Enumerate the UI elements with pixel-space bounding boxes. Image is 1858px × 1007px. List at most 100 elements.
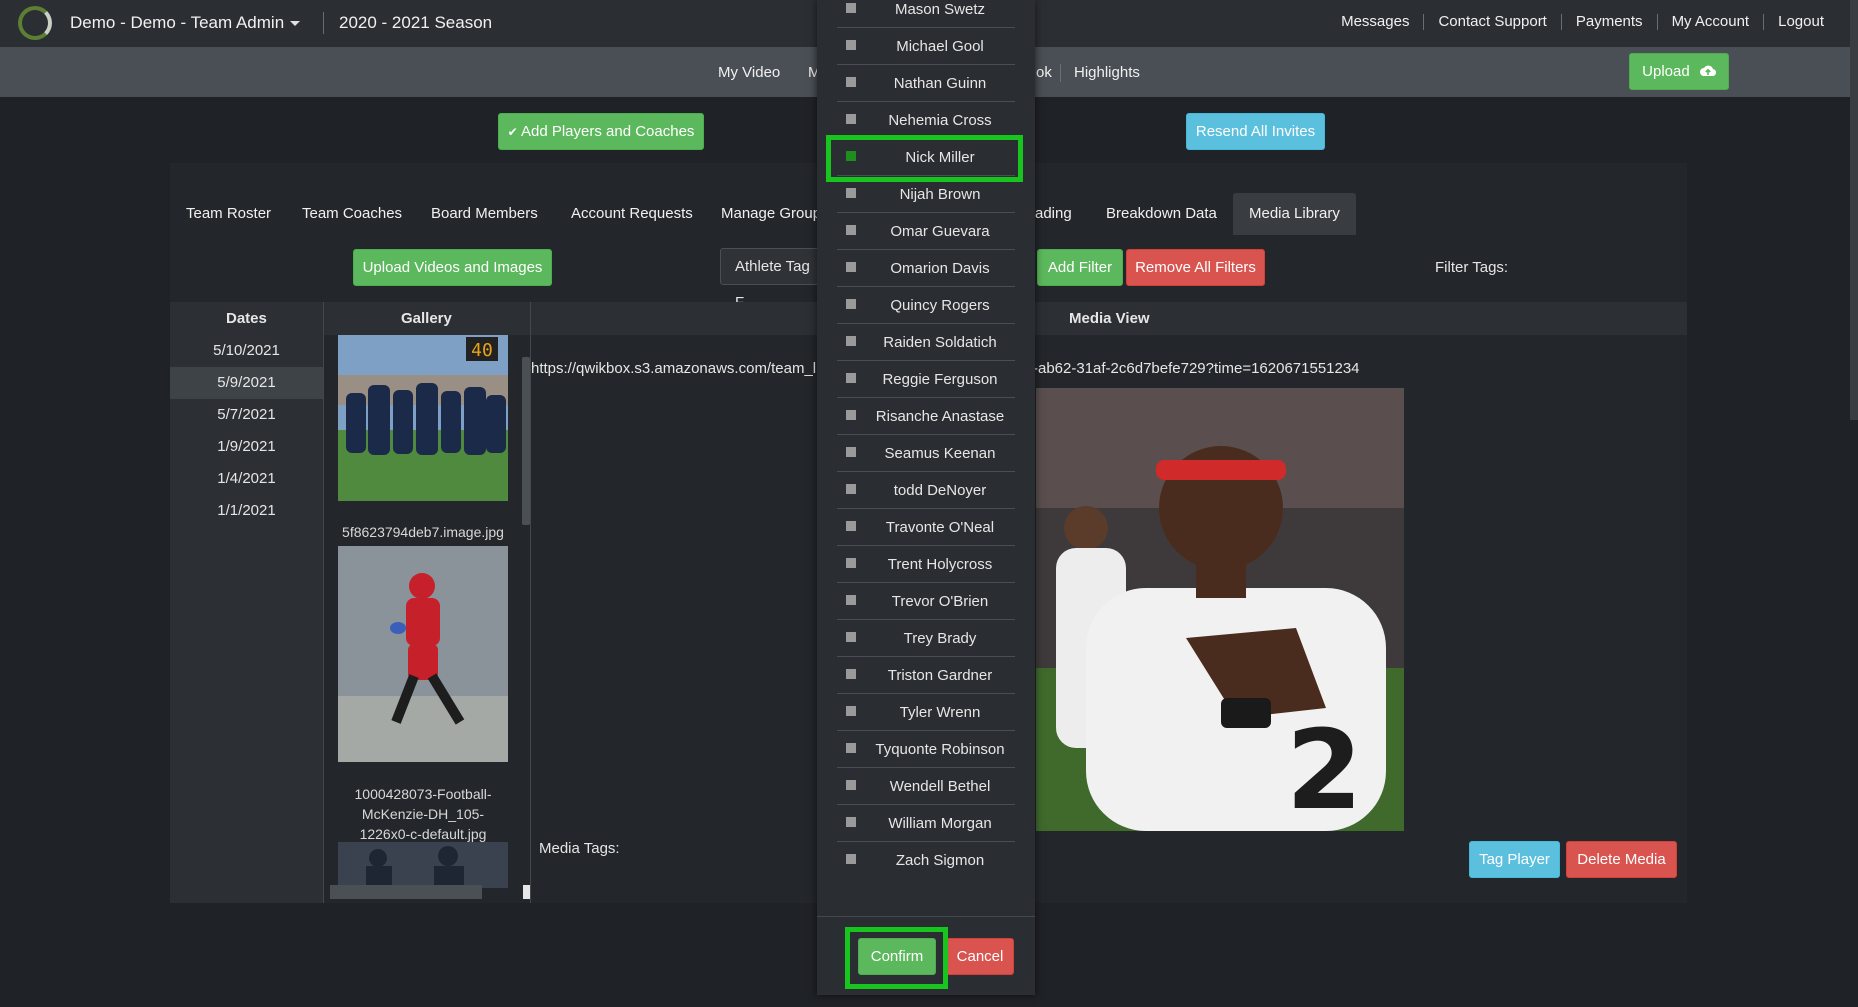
checkbox[interactable] [846,299,856,309]
team-switcher-dropdown[interactable]: Demo - Demo - Team Admin [70,13,301,33]
player-option[interactable]: Wendell Bethel [837,769,1015,805]
player-option[interactable]: Reggie Ferguson [837,362,1015,398]
resend-invites-button[interactable]: Resend All Invites [1186,113,1325,150]
tab-board-members[interactable]: Board Members [431,193,538,235]
checkbox[interactable] [846,77,856,87]
checkbox[interactable] [846,40,856,50]
tab-team-coaches[interactable]: Team Coaches [302,193,402,235]
top-links: Messages Contact Support Payments My Acc… [1327,14,1838,30]
tab-grading[interactable]: ading [1035,193,1072,235]
svg-text:2: 2 [1286,706,1363,831]
checkbox[interactable] [846,114,856,124]
date-item-selected[interactable]: 5/9/2021 [170,367,323,399]
date-item[interactable]: 5/10/2021 [170,335,323,367]
upload-button[interactable]: Upload [1629,53,1729,90]
player-option[interactable]: Triston Gardner [837,658,1015,694]
player-option[interactable]: Travonte O'Neal [837,510,1015,546]
checkbox[interactable] [846,410,856,420]
add-players-button[interactable]: ✔ Add Players and Coaches [498,113,704,150]
player-option[interactable]: Tyquonte Robinson [837,732,1015,768]
checkbox[interactable] [846,225,856,235]
page-scrollbar[interactable] [1850,0,1858,420]
player-option[interactable]: Nehemia Cross [837,103,1015,139]
messages-link[interactable]: Messages [1327,14,1423,30]
checkbox[interactable] [846,447,856,457]
checkbox[interactable] [846,262,856,272]
cancel-button[interactable]: Cancel [946,938,1014,975]
logout-link[interactable]: Logout [1763,14,1838,30]
checkbox[interactable] [846,521,856,531]
player-option[interactable]: Trey Brady [837,621,1015,657]
checkbox[interactable] [846,706,856,716]
player-option[interactable]: Nathan Guinn [837,66,1015,102]
player-option[interactable]: Trent Holycross [837,547,1015,583]
gallery-thumbnail[interactable] [338,842,508,888]
player-option[interactable]: Trevor O'Brien [837,584,1015,620]
checkbox[interactable] [846,669,856,679]
player-option[interactable]: Omarion Davis [837,251,1015,287]
date-item[interactable]: 1/9/2021 [170,431,323,463]
gallery-scrollbar[interactable] [522,357,530,525]
season-label: 2020 - 2021 Season [339,13,493,32]
player-option[interactable]: Mason Swetz [837,0,1015,28]
upload-label: Upload [1642,63,1690,80]
contact-support-link[interactable]: Contact Support [1423,14,1560,30]
divider [530,302,531,903]
tab-team-roster[interactable]: Team Roster [186,193,271,235]
upload-media-button[interactable]: Upload Videos and Images [353,249,552,286]
player-option[interactable]: Omar Guevara [837,214,1015,250]
checkbox[interactable] [846,595,856,605]
checkbox[interactable] [846,558,856,568]
checkbox[interactable] [846,373,856,383]
player-option[interactable]: Tyler Wrenn [837,695,1015,731]
date-item[interactable]: 5/7/2021 [170,399,323,431]
add-filter-button[interactable]: Add Filter [1037,249,1123,286]
date-item[interactable]: 1/4/2021 [170,463,323,495]
my-account-link[interactable]: My Account [1656,14,1764,30]
caret-down-icon [290,21,301,27]
player-option[interactable]: Michael Gool [837,29,1015,65]
nav-my-video[interactable]: My Video [718,64,780,81]
tab-breakdown-data[interactable]: Breakdown Data [1106,193,1217,235]
player-option[interactable]: Seamus Keenan [837,436,1015,472]
gallery-caption: McKenzie-DH_105- [361,806,485,822]
checkbox[interactable] [846,632,856,642]
date-item[interactable]: 1/1/2021 [170,495,323,527]
player-option[interactable]: Raiden Soldatich [837,325,1015,361]
payments-link[interactable]: Payments [1560,14,1657,30]
tab-account-requests[interactable]: Account Requests [571,193,693,235]
tab-media-library[interactable]: Media Library [1233,193,1356,235]
app-logo-icon[interactable] [18,6,52,40]
checkbox[interactable] [846,336,856,346]
athlete-tag-filter-select[interactable]: Athlete Tag F [720,248,820,311]
gallery-thumbnail[interactable]: 40 [338,335,508,501]
checkbox[interactable] [846,188,856,198]
player-option[interactable]: William Morgan [837,806,1015,842]
highlight-confirm [845,927,948,989]
remove-filters-button[interactable]: Remove All Filters [1126,249,1265,286]
gallery-horizontal-scrollbar[interactable] [330,885,482,899]
player-name: Trent Holycross [887,556,993,573]
tab-manage-group[interactable]: Manage Group [721,193,821,235]
player-option[interactable]: todd DeNoyer [837,473,1015,509]
player-option[interactable]: Risanche Anastase [837,399,1015,435]
player-option[interactable]: Zach Sigmon [837,843,1015,879]
checkbox[interactable] [846,484,856,494]
gallery-thumbnail[interactable] [338,546,508,762]
checkbox[interactable] [846,743,856,753]
nav-highlights[interactable]: Highlights [1074,64,1140,81]
checkbox[interactable] [846,3,856,13]
player-name: todd DeNoyer [893,482,987,499]
player-name: Quincy Rogers [890,297,990,314]
dates-header: Dates [226,310,267,327]
checkbox[interactable] [846,817,856,827]
delete-media-button[interactable]: Delete Media [1566,841,1677,878]
checkbox[interactable] [846,854,856,864]
checkbox[interactable] [846,780,856,790]
media-view-header: Media View [1069,310,1150,327]
player-option[interactable]: Quincy Rogers [837,288,1015,324]
player-name: Trey Brady [903,630,977,647]
tag-player-button[interactable]: Tag Player [1469,841,1560,878]
player-option[interactable]: Nijah Brown [837,177,1015,213]
nav-item-partial-2[interactable]: ok [1036,64,1052,81]
